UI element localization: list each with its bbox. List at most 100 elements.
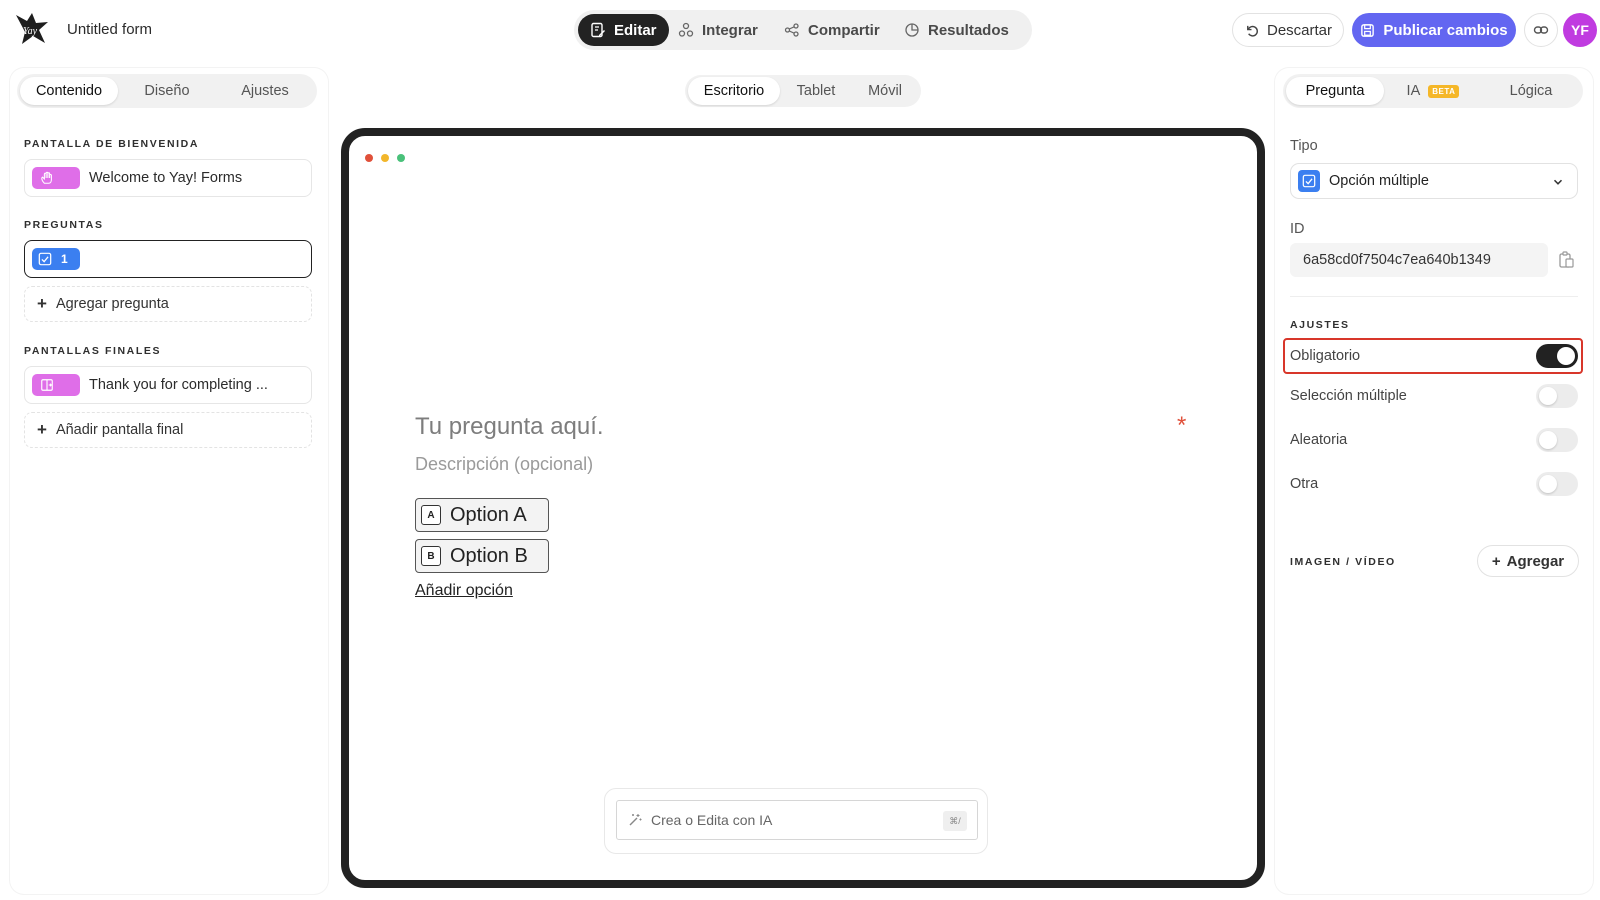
multiple-selection-toggle[interactable] [1536, 384, 1578, 408]
plus-icon: + [37, 294, 47, 313]
setting-label: Otra [1290, 476, 1319, 492]
tab-pregunta[interactable]: Pregunta [1286, 77, 1384, 105]
add-ending-button[interactable]: + Añadir pantalla final [24, 412, 312, 448]
copy-icon[interactable] [1558, 251, 1574, 269]
tab-tablet[interactable]: Tablet [780, 77, 852, 105]
tab-ajustes[interactable]: Ajustes [216, 77, 314, 105]
option-a[interactable]: A Option A [415, 498, 549, 532]
magic-wand-icon [629, 814, 642, 826]
add-question-button[interactable]: + Agregar pregunta [24, 286, 312, 322]
tab-movil[interactable]: Móvil [852, 77, 918, 105]
form-title[interactable]: Untitled form [67, 21, 152, 38]
window-dot-red [365, 154, 373, 162]
add-media-label: Agregar [1506, 552, 1565, 570]
setting-label: Selección múltiple [1290, 388, 1407, 404]
tab-escritorio[interactable]: Escritorio [688, 77, 780, 105]
integrate-icon [678, 22, 694, 37]
exit-door-icon [41, 379, 53, 391]
undo-icon [1247, 25, 1258, 37]
option-key: B [421, 546, 441, 566]
question-id-field[interactable]: 6a58cd0f7504c7ea640b1349 [1290, 243, 1548, 277]
checkbox-icon [1298, 170, 1320, 192]
type-label: Tipo [1290, 138, 1318, 154]
questions-section-label: PREGUNTAS [24, 219, 104, 231]
question-type-select[interactable]: Opción múltiple [1290, 163, 1578, 199]
option-b[interactable]: B Option B [415, 539, 549, 573]
tab-ia[interactable]: IA BETA [1384, 77, 1482, 105]
tab-compartir-label: Compartir [808, 21, 880, 39]
tab-diseno[interactable]: Diseño [118, 77, 216, 105]
tab-integrar[interactable]: Integrar [666, 14, 770, 46]
discard-button[interactable]: Descartar [1232, 13, 1344, 47]
tab-editar-label: Editar [614, 21, 657, 39]
welcome-badge [32, 167, 80, 189]
highlight-box [1283, 338, 1583, 374]
yay-logo-icon[interactable]: Yay [14, 12, 50, 46]
publish-label: Publicar cambios [1383, 21, 1508, 39]
setting-label: Aleatoria [1290, 432, 1348, 448]
add-ending-label: Añadir pantalla final [55, 422, 184, 438]
window-dot-green [397, 154, 405, 162]
left-tabs: Contenido Diseño Ajustes [17, 74, 317, 108]
right-tabs: Pregunta IA BETA Lógica [1283, 74, 1583, 108]
settings-section-label: AJUSTES [1290, 319, 1350, 331]
ending-badge [32, 374, 80, 396]
question-type-value: Opción múltiple [1329, 173, 1429, 189]
add-question-label: Agregar pregunta [55, 296, 169, 312]
welcome-screen-item[interactable]: Welcome to Yay! Forms [24, 159, 312, 197]
tab-integrar-label: Integrar [702, 21, 758, 39]
edit-icon [591, 22, 605, 38]
question-title-input[interactable]: Tu pregunta aquí. [415, 413, 604, 441]
window-dot-yellow [381, 154, 389, 162]
required-marker: * [1177, 412, 1187, 439]
tab-resultados[interactable]: Resultados [892, 14, 1021, 46]
welcome-section-label: PANTALLA DE BIENVENIDA [24, 138, 200, 150]
device-switcher: Escritorio Tablet Móvil [685, 75, 921, 107]
setting-multiple-selection: Selección múltiple [1290, 381, 1578, 411]
preview-frame: Tu pregunta aquí. * Descripción (opciona… [341, 128, 1265, 888]
question-description-input[interactable]: Descripción (opcional) [415, 454, 593, 475]
id-label: ID [1290, 221, 1305, 237]
tab-contenido[interactable]: Contenido [20, 77, 118, 105]
ai-shortcut-hint: ⌘/ [943, 811, 967, 831]
option-label[interactable]: Option B [450, 545, 528, 568]
plus-icon: + [37, 420, 47, 439]
checkbox-icon [38, 252, 52, 266]
option-key: A [421, 505, 441, 525]
hand-wave-icon [41, 171, 52, 184]
question-number: 1 [61, 252, 68, 266]
other-toggle[interactable] [1536, 472, 1578, 496]
random-toggle[interactable] [1536, 428, 1578, 452]
media-section-label: IMAGEN / VÍDEO [1290, 556, 1396, 568]
chevron-down-icon [1553, 179, 1563, 185]
add-media-button[interactable]: + Agregar [1477, 545, 1579, 577]
discard-label: Descartar [1266, 21, 1333, 39]
endings-section-label: PANTALLAS FINALES [24, 345, 162, 357]
question-item[interactable]: 1 [24, 240, 312, 278]
results-icon [905, 23, 919, 37]
setting-random: Aleatoria [1290, 425, 1578, 455]
question-badge: 1 [32, 248, 80, 270]
mode-switcher: Editar Integrar Compartir Resultados [574, 10, 1032, 50]
divider [1290, 296, 1578, 297]
tab-logica[interactable]: Lógica [1482, 77, 1580, 105]
top-bar: Yay Untitled form Editar Integrar Compar… [0, 0, 1600, 60]
setting-other: Otra [1290, 469, 1578, 499]
svg-text:Yay: Yay [23, 26, 38, 37]
ending-item-label: Thank you for completing ... [89, 377, 268, 393]
ai-prompt-placeholder: Crea o Edita con IA [651, 812, 773, 828]
add-option-link[interactable]: Añadir opción [415, 582, 513, 600]
ai-prompt-input[interactable]: Crea o Edita con IA ⌘/ [616, 800, 978, 840]
option-label[interactable]: Option A [450, 504, 527, 527]
beta-badge: BETA [1428, 84, 1460, 98]
publish-button[interactable]: Publicar cambios [1352, 13, 1516, 47]
plus-icon: + [1491, 552, 1501, 570]
tab-resultados-label: Resultados [928, 21, 1009, 39]
copy-link-button[interactable] [1524, 13, 1558, 47]
ending-screen-item[interactable]: Thank you for completing ... [24, 366, 312, 404]
link-icon [1533, 26, 1549, 34]
tab-compartir[interactable]: Compartir [772, 14, 892, 46]
share-icon [784, 23, 799, 37]
tab-editar[interactable]: Editar [578, 14, 669, 46]
avatar[interactable]: YF [1563, 13, 1597, 47]
